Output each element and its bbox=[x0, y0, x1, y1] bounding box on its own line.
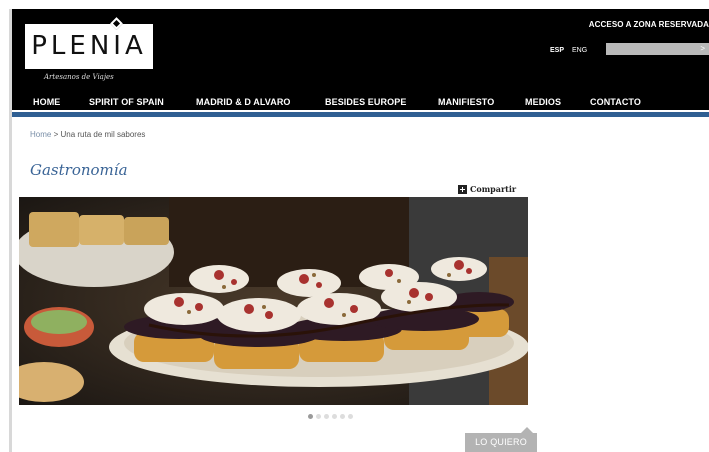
carousel-dot[interactable] bbox=[348, 414, 353, 419]
plus-icon bbox=[458, 184, 467, 194]
hero-image[interactable] bbox=[19, 197, 528, 405]
breadcrumb: Home > Una ruta de mil sabores bbox=[30, 130, 145, 139]
search-arrow-icon[interactable]: > bbox=[700, 43, 705, 55]
nav-item-spirit-of-spain[interactable]: SPIRIT OF SPAIN bbox=[89, 97, 164, 107]
logo-tagline: Artesanos de Viajes bbox=[44, 73, 114, 81]
share-label: Compartir bbox=[470, 184, 517, 194]
breadcrumb-home-link[interactable]: Home bbox=[30, 130, 51, 139]
carousel-dot[interactable] bbox=[308, 414, 313, 419]
nav-item-contacto[interactable]: CONTACTO bbox=[590, 97, 641, 107]
breadcrumb-current: Una ruta de mil sabores bbox=[60, 130, 146, 139]
carousel-dot[interactable] bbox=[340, 414, 345, 419]
carousel-dot[interactable] bbox=[324, 414, 329, 419]
nav-item-home[interactable]: HOME bbox=[33, 97, 60, 107]
logo-diamond-icon bbox=[110, 17, 123, 30]
site-header: PLENIA Artesanos de Viajes ACCESO A ZONA… bbox=[12, 9, 709, 110]
reserved-area-link[interactable]: ACCESO A ZONA RESERVADA bbox=[589, 20, 709, 29]
logo-text: PLENIA bbox=[31, 31, 147, 61]
page-title: Gastronomía bbox=[30, 161, 128, 179]
carousel-dots bbox=[308, 414, 353, 419]
language-esp[interactable]: ESP bbox=[550, 47, 564, 54]
breadcrumb-separator: > bbox=[53, 130, 59, 139]
nav-item-madrid-d-alvaro[interactable]: MADRID & D ALVARO bbox=[196, 97, 291, 107]
food-photo bbox=[19, 197, 528, 405]
nav-item-medios[interactable]: MEDIOS bbox=[525, 97, 561, 107]
carousel-dot[interactable] bbox=[316, 414, 321, 419]
logo[interactable]: PLENIA bbox=[25, 17, 153, 69]
nav-underline bbox=[12, 112, 709, 117]
search-input[interactable]: > bbox=[606, 43, 709, 55]
nav-item-manifiesto[interactable]: MANIFIESTO bbox=[438, 97, 494, 107]
carousel-dot[interactable] bbox=[332, 414, 337, 419]
share-button[interactable]: Compartir bbox=[458, 184, 516, 194]
main-nav: HOME SPIRIT OF SPAIN MADRID & D ALVARO B… bbox=[12, 95, 709, 113]
lo-quiero-button[interactable]: LO QUIERO bbox=[465, 433, 537, 452]
nav-item-besides-europe[interactable]: BESIDES EUROPE bbox=[325, 97, 406, 107]
language-eng[interactable]: ENG bbox=[572, 47, 587, 54]
